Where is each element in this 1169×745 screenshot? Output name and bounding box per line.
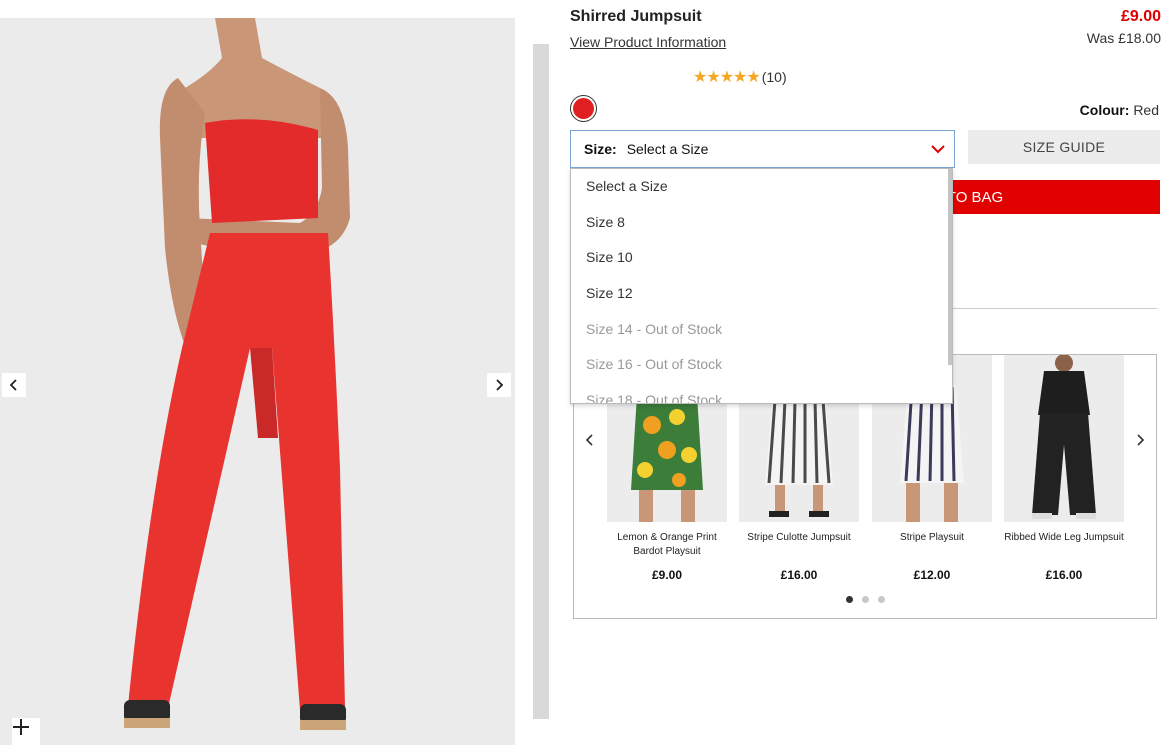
- size-select-label: Size:: [584, 141, 617, 157]
- carousel-pagination: [574, 596, 1156, 603]
- product-card-name[interactable]: Stripe Playsuit: [872, 531, 992, 545]
- zoom-button[interactable]: [12, 718, 40, 745]
- image-prev-button[interactable]: [2, 373, 26, 397]
- size-option[interactable]: Size 10: [571, 240, 952, 276]
- chevron-left-icon: [585, 434, 593, 446]
- swatch-fill: [573, 98, 594, 119]
- product-card-name[interactable]: Ribbed Wide Leg Jumpsuit: [1004, 531, 1124, 545]
- carousel-dot[interactable]: [877, 596, 885, 603]
- main-product-image[interactable]: [0, 18, 515, 745]
- carousel-prev-button[interactable]: [580, 428, 600, 452]
- product-card-name[interactable]: Stripe Culotte Jumpsuit: [739, 531, 859, 545]
- chevron-down-icon: [931, 145, 945, 154]
- dropdown-scrollbar[interactable]: [948, 169, 952, 365]
- size-option[interactable]: Size 16 - Out of Stock: [571, 347, 952, 383]
- current-price: £9.00: [1120, 8, 1161, 25]
- colour-swatch-red[interactable]: [570, 95, 597, 122]
- wide-leg-jumpsuit-photo: [1004, 355, 1124, 522]
- product-page: Shirred Jumpsuit View Product Informatio…: [0, 0, 1169, 745]
- size-guide-button[interactable]: SIZE GUIDE: [968, 130, 1160, 164]
- size-option[interactable]: Size 18 - Out of Stock: [571, 383, 952, 403]
- product-card-price: £9.00: [651, 568, 683, 582]
- image-next-button[interactable]: [487, 373, 511, 397]
- plus-icon: [13, 719, 29, 735]
- chevron-right-icon: [496, 379, 504, 391]
- size-option[interactable]: Size 8: [571, 205, 952, 241]
- rating-count: (10): [761, 69, 787, 85]
- section-divider: [953, 308, 1157, 309]
- product-card-name[interactable]: Lemon & Orange Print Bardot Playsuit: [607, 531, 727, 559]
- size-option[interactable]: Select a Size: [571, 169, 952, 205]
- colour-indicator: Colour: Red: [1080, 102, 1159, 118]
- size-option[interactable]: Size 14 - Out of Stock: [571, 312, 952, 348]
- thumbnail-strip[interactable]: [533, 44, 549, 719]
- size-option[interactable]: Size 12: [571, 276, 952, 312]
- rating-stars-icon: ★★★★★: [693, 69, 761, 86]
- size-dropdown-list[interactable]: Select a Size Size 8 Size 10 Size 12 Size 14…: [570, 168, 953, 404]
- size-select[interactable]: Size: Select a Size: [570, 130, 955, 168]
- model-photo: [0, 18, 515, 745]
- chevron-right-icon: [1137, 434, 1145, 446]
- carousel-next-button[interactable]: [1130, 428, 1150, 452]
- product-title: Shirred Jumpsuit: [570, 8, 702, 25]
- carousel-dot[interactable]: [845, 596, 853, 603]
- product-card-price: £16.00: [780, 568, 818, 582]
- colour-label: Colour:: [1079, 102, 1130, 118]
- product-card[interactable]: Ribbed Wide Leg Jumpsuit £16.00: [1004, 355, 1124, 582]
- product-card-price: £12.00: [913, 568, 951, 582]
- colour-value: Red: [1133, 102, 1159, 118]
- product-card-price: £16.00: [1045, 568, 1083, 582]
- product-rating[interactable]: ★★★★★ (10): [693, 67, 787, 87]
- product-card-image[interactable]: [1004, 355, 1124, 522]
- carousel-dot[interactable]: [861, 596, 869, 603]
- size-select-value: Select a Size: [626, 141, 709, 157]
- chevron-left-icon: [9, 379, 17, 391]
- view-product-info-link[interactable]: View Product Information: [570, 34, 726, 50]
- add-to-bag-label: TO BAG: [946, 188, 1004, 206]
- was-price: Was £18.00: [1086, 30, 1161, 46]
